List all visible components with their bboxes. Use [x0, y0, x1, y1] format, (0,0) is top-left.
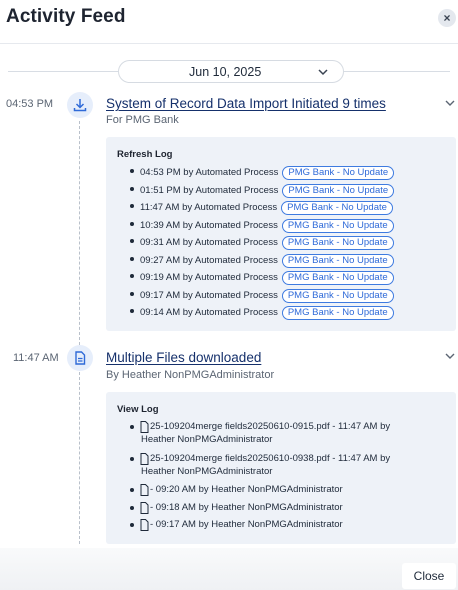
date-select-value: Jun 10, 2025 [189, 65, 262, 79]
event-title-link[interactable]: Multiple Files downloaded [106, 350, 261, 365]
header-divider [0, 43, 458, 44]
download-icon [67, 92, 93, 118]
status-badge: PMG Bank - No Update [281, 306, 394, 320]
chevron-down-icon[interactable] [444, 97, 456, 109]
timeline-line [79, 121, 80, 345]
status-badge: PMG Bank - No Update [282, 183, 395, 198]
log-entry: 09:17 AM by Automated Process PMG Bank - … [130, 288, 394, 304]
log-entry: - 09:17 AM by Heather NonPMGAdministrato… [130, 519, 450, 532]
file-icon [140, 501, 149, 514]
document-icon [67, 345, 93, 371]
chevron-down-icon [318, 69, 328, 76]
view-log-panel: View Log 25-109204merge fields20250610-0… [106, 392, 456, 544]
log-entry: 09:27 AM by Automated Process PMG Bank - … [130, 253, 394, 269]
status-badge: PMG Bank - No Update [281, 201, 393, 215]
event-title-link[interactable]: System of Record Data Import Initiated 9… [106, 96, 386, 111]
log-title: View Log [117, 404, 159, 415]
close-icon[interactable]: × [438, 9, 456, 27]
status-badge: PMG Bank - No Update [281, 236, 394, 250]
status-badge: PMG Bank - No Update [282, 166, 395, 180]
event-time: 04:53 PM [6, 98, 54, 110]
log-entry: - 09:20 AM by Heather NonPMGAdministrato… [130, 484, 450, 497]
status-badge: PMG Bank - No Update [281, 253, 394, 268]
log-entry: 25-109204merge fields20250610-0915.pdf -… [130, 421, 450, 447]
log-entry: 11:47 AM by Automated Process PMG Bank - … [130, 200, 393, 216]
log-entry: 04:53 PM by Automated Process PMG Bank - … [130, 165, 395, 181]
log-entry: - 09:18 AM by Heather NonPMGAdministrato… [130, 501, 450, 515]
refresh-log-panel: Refresh Log 04:53 PM by Automated Proces… [106, 137, 456, 331]
dialog-header: Activity Feed × [0, 0, 458, 40]
chevron-down-icon[interactable] [444, 350, 456, 362]
event-time: 11:47 AM [13, 352, 59, 364]
divider-line-left [8, 71, 118, 72]
event-subtitle: For PMG Bank [106, 114, 179, 126]
log-entry: 10:39 AM by Automated Process PMG Bank - … [130, 218, 394, 234]
status-badge: PMG Bank - No Update [281, 218, 394, 233]
date-select[interactable]: Jun 10, 2025 [118, 60, 344, 83]
file-icon [140, 519, 149, 531]
dialog-footer [0, 548, 458, 590]
divider-line-right [344, 71, 450, 72]
close-button[interactable]: Close [402, 563, 456, 589]
timeline-line [79, 372, 80, 544]
file-icon [140, 453, 149, 465]
event-subtitle: By Heather NonPMGAdministrator [106, 369, 275, 381]
date-divider: Jun 10, 2025 [0, 60, 458, 84]
dialog-title: Activity Feed [6, 6, 126, 27]
log-entry: 09:31 AM by Automated Process PMG Bank - … [130, 235, 394, 251]
log-entry: 01:51 PM by Automated Process PMG Bank - … [130, 183, 395, 199]
log-title: Refresh Log [117, 149, 173, 160]
status-badge: PMG Bank - No Update [281, 288, 394, 303]
log-entry: 25-109204merge fields20250610-0938.pdf -… [130, 453, 450, 479]
status-badge: PMG Bank - No Update [281, 271, 394, 285]
log-entry: 09:19 AM by Automated Process PMG Bank - … [130, 270, 394, 286]
file-icon [140, 484, 149, 496]
file-icon [140, 421, 149, 433]
log-entry: 09:14 AM by Automated Process PMG Bank - … [130, 305, 394, 321]
